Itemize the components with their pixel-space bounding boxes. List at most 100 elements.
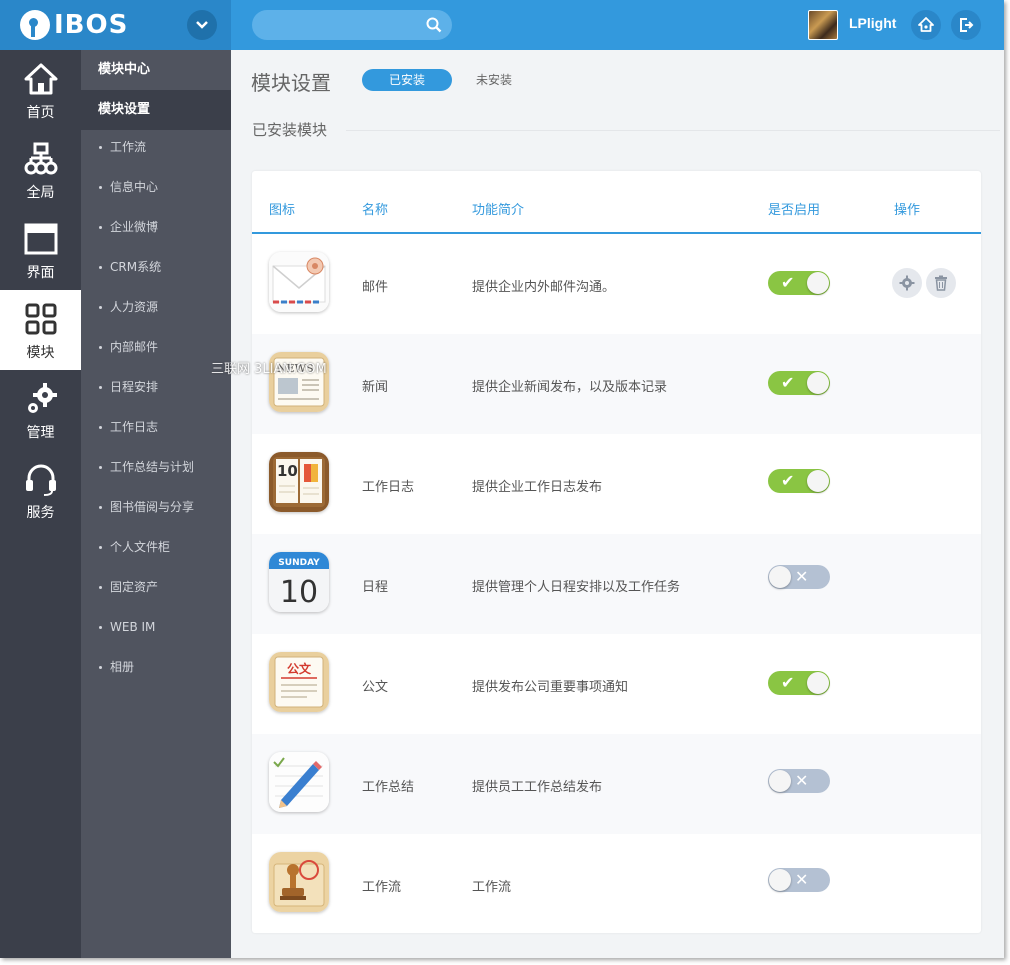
enable-toggle[interactable]: ✔ bbox=[768, 371, 830, 395]
module-name: 工作日志 bbox=[362, 480, 415, 495]
nav-label: 模块 bbox=[26, 345, 55, 361]
subnav-item[interactable]: 工作总结与计划 bbox=[81, 447, 231, 487]
toggle-knob bbox=[807, 372, 829, 394]
top-bar: IBOS LPlight bbox=[0, 0, 1004, 50]
section-divider bbox=[346, 130, 1000, 131]
brand-area: IBOS bbox=[0, 0, 231, 50]
nav-item-service[interactable]: 服务 bbox=[0, 450, 81, 530]
nav-item-interface[interactable]: 界面 bbox=[0, 210, 81, 290]
column-header: 功能简介 bbox=[472, 203, 525, 218]
nav-item-global[interactable]: 全局 bbox=[0, 130, 81, 210]
subnav-item[interactable]: 图书借阅与分享 bbox=[81, 487, 231, 527]
nav-item-modules[interactable]: 模块 bbox=[0, 290, 81, 370]
toggle-knob bbox=[807, 470, 829, 492]
toggle-knob bbox=[769, 770, 791, 792]
ibos-logo[interactable]: IBOS bbox=[20, 10, 128, 40]
home-shortcut-button[interactable] bbox=[911, 10, 941, 40]
subnav-item[interactable]: 相册 bbox=[81, 647, 231, 687]
module-name: 工作总结 bbox=[362, 780, 415, 795]
enable-toggle[interactable]: ✔ bbox=[768, 271, 830, 295]
table-row: SUNDAY 10 日程 提供管理个人日程安排以及工作任务 ✕ bbox=[252, 534, 981, 634]
toggle-knob bbox=[769, 869, 791, 891]
subnav-module-settings[interactable]: 模块设置 bbox=[81, 90, 231, 130]
subnav-item[interactable]: 人力资源 bbox=[81, 287, 231, 327]
enable-toggle[interactable]: ✔ bbox=[768, 469, 830, 493]
module-description: 提供发布公司重要事项通知 bbox=[472, 680, 629, 695]
svg-text:公文: 公文 bbox=[287, 661, 312, 676]
search-input[interactable] bbox=[264, 15, 414, 35]
summary-icon bbox=[269, 752, 329, 812]
enable-toggle[interactable]: ✕ bbox=[768, 769, 830, 793]
home-icon bbox=[24, 63, 58, 95]
check-icon: ✔ bbox=[781, 471, 795, 490]
subnav-item[interactable]: 企业微博 bbox=[81, 207, 231, 247]
search-box bbox=[252, 10, 452, 40]
table-row: 邮件 提供企业内外邮件沟通。 ✔ bbox=[252, 234, 981, 334]
table-row: 10 工作日志 提供企业工作日志发布 ✔ bbox=[252, 434, 981, 534]
avatar[interactable] bbox=[808, 10, 838, 40]
table-row: 工作流 工作流 ✕ bbox=[252, 834, 981, 934]
chevron-down-icon bbox=[196, 21, 208, 29]
headset-icon bbox=[26, 464, 56, 496]
enable-toggle[interactable]: ✕ bbox=[768, 565, 830, 589]
tab-installed[interactable]: 已安装 bbox=[362, 69, 452, 91]
column-header: 名称 bbox=[362, 203, 389, 218]
primary-nav: 首页 全局 界面 模块 管理 服务 bbox=[0, 50, 81, 958]
enable-toggle[interactable]: ✔ bbox=[768, 671, 830, 695]
column-header: 操作 bbox=[894, 203, 921, 218]
nav-item-manage[interactable]: 管理 bbox=[0, 370, 81, 450]
subnav-item[interactable]: 内部邮件 bbox=[81, 327, 231, 367]
nav-label: 界面 bbox=[26, 265, 55, 281]
subnav-item[interactable]: 个人文件柜 bbox=[81, 527, 231, 567]
table-header: 图标 名称 功能简介 是否启用 操作 bbox=[252, 171, 981, 234]
uninstall-button[interactable] bbox=[926, 268, 956, 298]
enable-toggle[interactable]: ✕ bbox=[768, 868, 830, 892]
watermark: 三联网 3LIAN.COM bbox=[211, 362, 327, 377]
table-row: 工作总结 提供员工工作总结发布 ✕ bbox=[252, 734, 981, 834]
module-name: 公文 bbox=[362, 680, 389, 695]
toggle-knob bbox=[807, 272, 829, 294]
menu-dropdown-button[interactable] bbox=[187, 10, 217, 40]
logout-button[interactable] bbox=[951, 10, 981, 40]
toggle-knob bbox=[769, 566, 791, 588]
subnav-module-center[interactable]: 模块中心 bbox=[81, 50, 231, 90]
home-outline-icon bbox=[918, 17, 934, 32]
module-name: 新闻 bbox=[362, 380, 389, 395]
nav-label: 全局 bbox=[26, 185, 55, 201]
module-name: 日程 bbox=[362, 580, 389, 595]
module-subnav: 模块中心 模块设置 工作流 信息中心 企业微博 CRM系统 人力资源 内部邮件 … bbox=[81, 50, 231, 958]
logo-mark-icon bbox=[20, 10, 50, 40]
subnav-item[interactable]: 日程安排 bbox=[81, 367, 231, 407]
module-description: 提供企业工作日志发布 bbox=[472, 480, 603, 495]
document-icon: 公文 bbox=[269, 652, 329, 712]
module-name: 邮件 bbox=[362, 280, 389, 295]
window-icon bbox=[24, 223, 58, 255]
calendar-icon: SUNDAY 10 bbox=[269, 552, 329, 612]
cross-icon: ✕ bbox=[795, 870, 809, 889]
tab-not-installed[interactable]: 未安装 bbox=[463, 69, 525, 91]
page-title: 模块设置 bbox=[251, 71, 331, 95]
subnav-item[interactable]: 工作流 bbox=[81, 127, 231, 167]
subnav-item[interactable]: 信息中心 bbox=[81, 167, 231, 207]
module-description: 提供管理个人日程安排以及工作任务 bbox=[472, 580, 681, 595]
table-row: 公文 公文 提供发布公司重要事项通知 ✔ bbox=[252, 634, 981, 734]
section-title: 已安装模块 bbox=[252, 121, 328, 139]
module-description: 工作流 bbox=[472, 880, 512, 895]
cross-icon: ✕ bbox=[795, 567, 809, 586]
check-icon: ✔ bbox=[781, 673, 795, 692]
subnav-item[interactable]: 工作日志 bbox=[81, 407, 231, 447]
stamp-icon bbox=[269, 852, 329, 912]
trash-icon bbox=[935, 275, 947, 291]
check-icon: ✔ bbox=[781, 373, 795, 392]
username[interactable]: LPlight bbox=[849, 15, 896, 31]
search-icon[interactable] bbox=[426, 17, 442, 33]
module-description: 提供企业内外邮件沟通。 bbox=[472, 280, 616, 295]
svg-text:SUNDAY: SUNDAY bbox=[278, 558, 320, 568]
subnav-item[interactable]: 固定资产 bbox=[81, 567, 231, 607]
subnav-item[interactable]: CRM系统 bbox=[81, 247, 231, 287]
svg-text:10: 10 bbox=[280, 575, 318, 610]
subnav-item[interactable]: WEB IM bbox=[81, 607, 231, 647]
settings-button[interactable] bbox=[892, 268, 922, 298]
nav-item-home[interactable]: 首页 bbox=[0, 50, 81, 130]
table-row: NEWS 新闻 提供企业新闻发布，以及版本记录 ✔ bbox=[252, 334, 981, 434]
